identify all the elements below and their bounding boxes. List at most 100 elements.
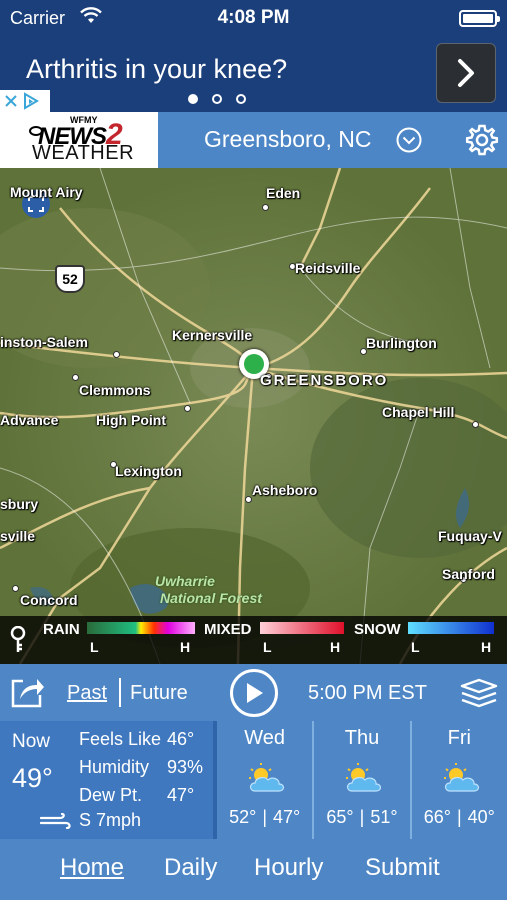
- ad-choices[interactable]: [0, 90, 50, 112]
- current-conditions[interactable]: Now 49° Feels Like 46° Humidity 93% Dew …: [0, 721, 213, 839]
- feels-like-label: Feels Like: [79, 729, 162, 749]
- nav-hourly[interactable]: Hourly: [254, 854, 323, 882]
- humidity-label: Humidity: [79, 757, 150, 777]
- forecast-hilo: 52° | 47°: [229, 807, 301, 827]
- app-header: WFMY NEWS2 WEATHER Greensboro, NC: [0, 112, 507, 168]
- bottom-nav: Home Daily Hourly Submit: [0, 839, 507, 900]
- map-label-sville: sville: [0, 528, 36, 544]
- radar-legend: RAIN L H MIXED L H SNOW L H: [0, 616, 507, 664]
- city-dot: [113, 351, 120, 358]
- map-label-asheboro: Asheboro: [252, 482, 318, 498]
- ad-next-button[interactable]: [436, 43, 496, 103]
- city-dot: [72, 374, 79, 381]
- partly-cloudy-icon: [342, 761, 384, 800]
- status-bar: Carrier 4:08 PM: [0, 0, 507, 36]
- gear-icon[interactable]: [465, 123, 499, 162]
- close-icon[interactable]: [4, 94, 18, 108]
- legend-mixed-high: H: [330, 639, 341, 655]
- forecast-day[interactable]: Wed 52° | 47°: [217, 721, 312, 839]
- map-label-eden: Eden: [266, 185, 301, 201]
- legend-mixed-label: MIXED: [204, 621, 252, 638]
- map-label-sanford: Sanford: [442, 566, 495, 582]
- legend-snow-high: H: [481, 639, 492, 655]
- forecast-strip: Wed 52° | 47° Thu 65° | 51° Fri 66° | 40…: [217, 721, 507, 839]
- layers-icon[interactable]: [460, 678, 498, 713]
- partly-cloudy-icon: [245, 761, 287, 800]
- forecast-hilo: 66° | 40°: [423, 807, 495, 827]
- map-label-uwharrie: Uwharrie: [155, 573, 215, 589]
- forecast-hilo: 65° | 51°: [326, 807, 398, 827]
- forecast-day-name: Wed: [244, 727, 286, 749]
- map-label-advance: Advance: [0, 412, 59, 428]
- chevron-down-icon[interactable]: [396, 127, 422, 158]
- forecast-low: 47°: [273, 807, 301, 827]
- legend-snow-scale: [408, 622, 494, 634]
- map-label-fuquay: Fuquay-V: [438, 528, 502, 544]
- forecast-low: 40°: [467, 807, 495, 827]
- adchoices-icon[interactable]: [22, 92, 40, 110]
- legend-rain-scale: [87, 622, 195, 634]
- forecast-high: 65°: [326, 807, 354, 827]
- forecast-high: 52°: [229, 807, 257, 827]
- humidity-value: 93%: [167, 757, 204, 777]
- feels-like-value: 46°: [167, 729, 195, 749]
- legend-rain-label: RAIN: [43, 621, 80, 638]
- battery-icon: [459, 10, 500, 27]
- forecast-time: 5:00 PM EST: [308, 682, 427, 704]
- play-button[interactable]: [230, 669, 278, 717]
- map-label-national-forest: National Forest: [160, 590, 262, 606]
- legend-rain-high: H: [180, 639, 191, 655]
- map-label-chapel-hill: Chapel Hill: [382, 404, 455, 420]
- nav-home[interactable]: Home: [60, 854, 124, 882]
- map-label-concord: Concord: [20, 592, 78, 608]
- logo-weather: WEATHER: [32, 142, 135, 164]
- key-icon[interactable]: [10, 625, 26, 659]
- ad-page-dot: [188, 94, 198, 104]
- dew-point-label: Dew Pt.: [79, 785, 143, 805]
- map-label-sbury: sbury: [0, 496, 39, 512]
- route-shield: 52: [55, 265, 85, 293]
- radar-playback-bar: Past Future 5:00 PM EST: [0, 664, 507, 721]
- city-dot: [472, 421, 479, 428]
- forecast-low: 51°: [370, 807, 398, 827]
- location-selector[interactable]: Greensboro, NC: [204, 126, 371, 153]
- city-dot: [12, 585, 19, 592]
- city-dot: [262, 204, 269, 211]
- forecast-day[interactable]: Fri 66° | 40°: [409, 721, 507, 839]
- nav-submit[interactable]: Submit: [365, 854, 440, 882]
- map-label-burlington: Burlington: [366, 335, 437, 351]
- map-label-kernersville: Kernersville: [172, 327, 253, 343]
- partly-cloudy-icon: [440, 761, 482, 800]
- weather-app: Carrier 4:08 PM Arthritis in your knee?: [0, 0, 507, 900]
- share-icon[interactable]: [10, 675, 46, 714]
- ad-headline[interactable]: Arthritis in your knee?: [26, 54, 287, 85]
- conditions-panel: Now 49° Feels Like 46° Humidity 93% Dew …: [0, 721, 507, 839]
- map-label-reidsville: Reidsville: [295, 260, 361, 276]
- radar-map[interactable]: Mount Airy Eden Reidsville 52 Kernersvil…: [0, 168, 507, 664]
- legend-snow-low: L: [411, 639, 420, 655]
- ad-page-indicator: [188, 94, 246, 104]
- forecast-high: 66°: [423, 807, 451, 827]
- future-toggle[interactable]: Future: [130, 682, 188, 705]
- wind-value: S 7mph: [79, 810, 142, 830]
- forecast-day[interactable]: Thu 65° | 51°: [312, 721, 409, 839]
- forecast-day-name: Fri: [447, 727, 471, 749]
- ad-page-dot: [236, 94, 246, 104]
- divider: [119, 678, 121, 707]
- map-label-clemmons: Clemmons: [79, 382, 151, 398]
- ad-banner[interactable]: Arthritis in your knee?: [0, 36, 507, 112]
- nav-daily[interactable]: Daily: [164, 854, 217, 882]
- ad-page-dot: [212, 94, 222, 104]
- legend-snow-label: SNOW: [354, 621, 401, 638]
- city-dot: [184, 405, 191, 412]
- station-logo: WFMY NEWS2 WEATHER: [0, 112, 158, 168]
- map-label-lexington: Lexington: [115, 463, 182, 479]
- map-label-mount-airy: Mount Airy: [10, 184, 83, 200]
- map-label-winston-salem: inston-Salem: [0, 334, 88, 350]
- forecast-day-name: Thu: [344, 727, 380, 749]
- past-toggle[interactable]: Past: [67, 682, 107, 705]
- legend-mixed-scale: [260, 622, 344, 634]
- map-label-greensboro: GREENSBORO: [260, 372, 389, 389]
- map-label-high-point: High Point: [96, 412, 166, 428]
- city-dot: [245, 496, 252, 503]
